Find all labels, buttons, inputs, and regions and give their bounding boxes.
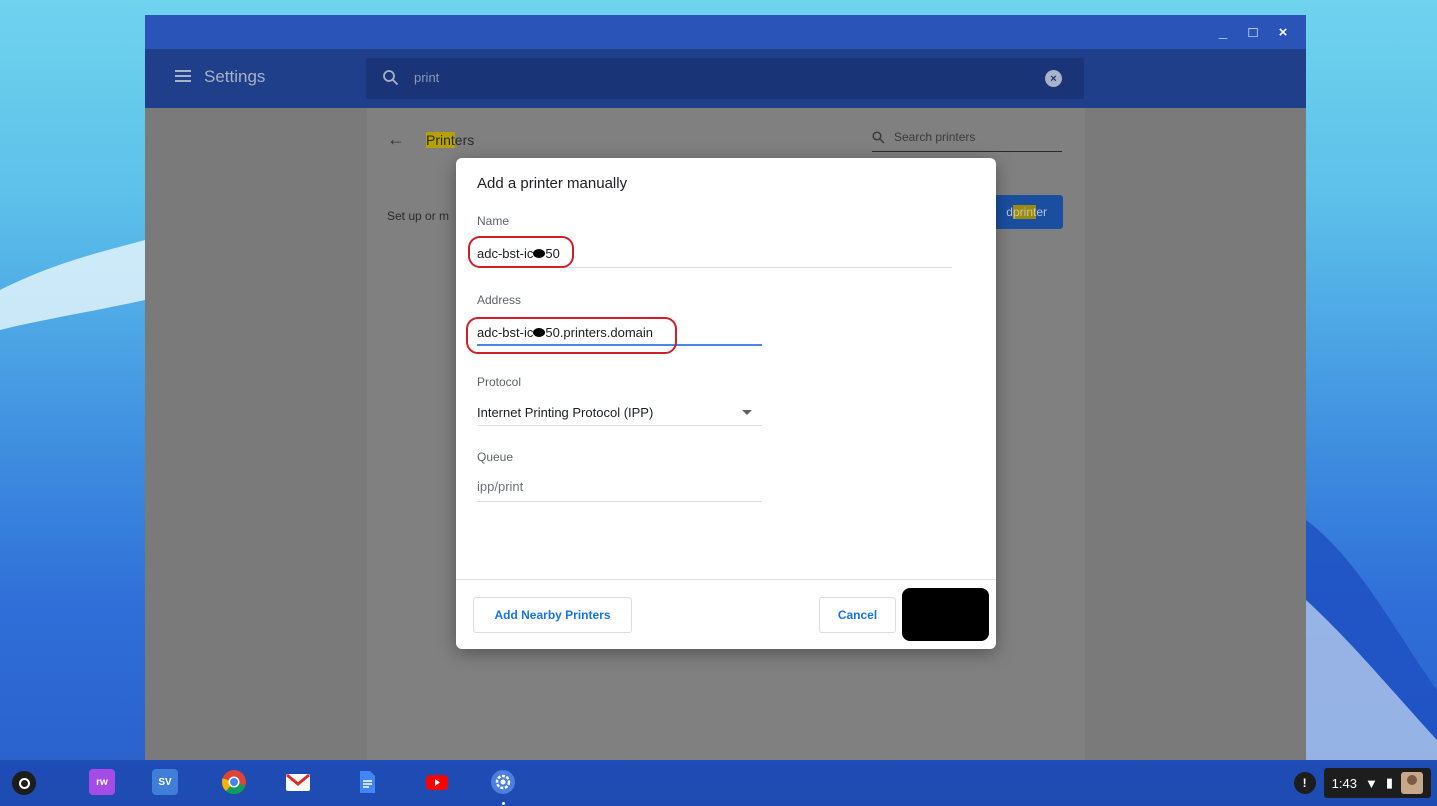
queue-underline: [477, 501, 762, 502]
battery-icon: ▮: [1385, 775, 1393, 790]
title-bar: _ □ ×: [145, 15, 1306, 49]
search-icon: [872, 131, 885, 144]
protocol-underline: [477, 425, 762, 426]
status-tray[interactable]: ! 1:43 ▼ ▮: [1293, 768, 1431, 798]
cancel-button[interactable]: Cancel: [819, 597, 896, 633]
active-app-indicator: [502, 802, 505, 805]
launcher-button[interactable]: [12, 771, 36, 795]
docs-icon[interactable]: [354, 769, 380, 795]
back-arrow-icon[interactable]: ←: [387, 129, 405, 150]
add-printer-suffix: er: [1036, 205, 1047, 219]
close-button[interactable]: ×: [1270, 21, 1296, 43]
page-title-rest: ers: [454, 132, 475, 148]
protocol-label: Protocol: [477, 375, 522, 389]
address-annotation-ring: [466, 317, 677, 354]
chrome-icon[interactable]: [221, 769, 247, 795]
maximize-button[interactable]: □: [1240, 21, 1266, 43]
add-printer-prefix: d: [1006, 205, 1013, 219]
add-button-redacted[interactable]: [902, 588, 989, 641]
add-nearby-printers-button[interactable]: Add Nearby Printers: [473, 597, 632, 633]
setup-description: Set up or m: [387, 209, 450, 223]
dialog-title: Add a printer manually: [477, 175, 628, 192]
minimize-button[interactable]: _: [1210, 21, 1236, 43]
chevron-down-icon[interactable]: [742, 410, 752, 415]
app-title: Settings: [204, 67, 266, 86]
address-label: Address: [477, 293, 522, 307]
window-controls: _ □ ×: [1210, 21, 1296, 43]
sv-app-icon[interactable]: SV: [152, 769, 178, 795]
settings-header: Settings print ×: [145, 49, 1306, 108]
queue-input[interactable]: ipp/print: [477, 479, 523, 494]
protocol-select[interactable]: Internet Printing Protocol (IPP): [477, 405, 653, 420]
gmail-icon[interactable]: [285, 769, 311, 795]
shelf: rw SV ! 1:43 ▼ ▮: [0, 760, 1437, 806]
system-status[interactable]: 1:43 ▼ ▮: [1323, 768, 1431, 798]
menu-icon[interactable]: [175, 70, 191, 82]
settings-search-bar[interactable]: print ×: [366, 58, 1084, 99]
clear-search-icon[interactable]: ×: [1045, 70, 1062, 87]
wifi-icon: ▼: [1364, 775, 1378, 791]
add-printer-highlight: print: [1012, 205, 1037, 219]
search-input[interactable]: print: [414, 70, 439, 85]
avatar: [1401, 772, 1423, 794]
alert-icon[interactable]: !: [1293, 772, 1316, 794]
queue-label: Queue: [477, 450, 514, 464]
search-icon: [383, 70, 399, 86]
search-printers-input[interactable]: Search printers: [894, 130, 975, 144]
page-title-highlight: Print: [426, 132, 455, 148]
page-title: Printers: [426, 132, 474, 148]
name-label: Name: [477, 214, 510, 228]
rw-app-icon[interactable]: rw: [89, 769, 115, 795]
settings-gear-icon[interactable]: [490, 769, 516, 795]
youtube-icon[interactable]: [424, 769, 450, 795]
add-printer-dialog: Add a printer manually Name adc-bst-ic 50…: [456, 158, 996, 649]
search-printers-field[interactable]: Search printers: [872, 128, 1062, 152]
clock: 1:43: [1331, 775, 1357, 791]
name-annotation-ring: [468, 236, 574, 268]
